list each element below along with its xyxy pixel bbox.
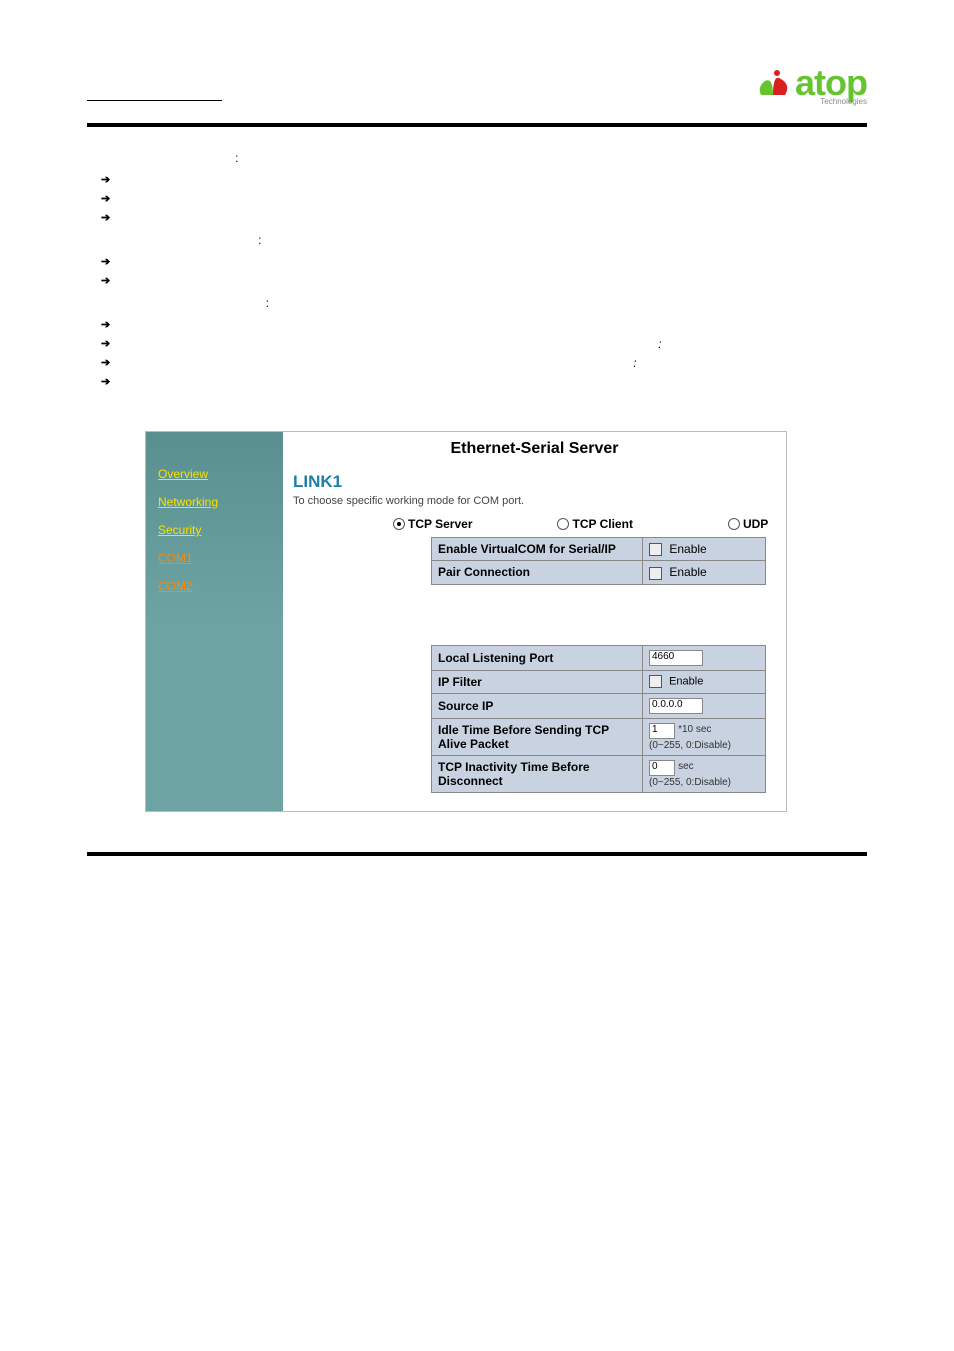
cell-label: Pair Connection bbox=[432, 561, 643, 584]
range-label: (0~255, 0:Disable) bbox=[649, 777, 731, 788]
document-body: If the device is in this mode : ➔bullet … bbox=[87, 149, 867, 391]
section-title: LINK1 bbox=[293, 472, 776, 492]
cell-label: Idle Time Before Sending TCP Alive Packe… bbox=[432, 718, 643, 755]
table-row: Pair Connection Enable bbox=[432, 561, 766, 584]
cell-label: TCP Inactivity Time Before Disconnect bbox=[432, 755, 643, 792]
table-row: Source IP 0.0.0.0 bbox=[432, 693, 766, 718]
arrow-icon: ➔ bbox=[101, 209, 110, 227]
cell-value: Enable bbox=[643, 670, 766, 693]
unit-label: sec bbox=[678, 761, 694, 772]
bottom-divider bbox=[87, 852, 867, 856]
logo-subtitle: Technologies bbox=[820, 97, 867, 106]
arrow-icon: ➔ bbox=[101, 316, 110, 334]
checkbox-label: Enable bbox=[669, 542, 706, 556]
main-content: Ethernet-Serial Server LINK1 To choose s… bbox=[283, 432, 786, 811]
list-item: ➔bullet point text bbox=[101, 272, 867, 290]
cell-label: Source IP bbox=[432, 693, 643, 718]
list-item: ➔bullet point text bbox=[101, 209, 867, 227]
page-title: Ethernet-Serial Server bbox=[293, 440, 776, 458]
arrow-icon: ➔ bbox=[101, 190, 110, 208]
config-table-1: Enable VirtualCOM for Serial/IP Enable P… bbox=[431, 537, 766, 585]
sidebar-item-security[interactable]: Security bbox=[158, 523, 283, 537]
table-row: IP Filter Enable bbox=[432, 670, 766, 693]
unit-label: *10 sec bbox=[678, 724, 711, 735]
list-item: ➔bullet point text bbox=[101, 373, 867, 391]
list-item: ➔bullet point text here: bbox=[101, 335, 867, 353]
top-divider bbox=[87, 123, 867, 127]
radio-label: UDP bbox=[743, 517, 768, 531]
idle-time-input[interactable]: 1 bbox=[649, 723, 675, 739]
sidebar-item-overview[interactable]: Overview bbox=[158, 467, 283, 481]
radio-icon bbox=[728, 518, 740, 530]
checkbox-label: Enable bbox=[669, 565, 706, 579]
bullet-list-3: ➔bullet point text ➔bullet point text he… bbox=[101, 316, 867, 391]
logo: atop Technologies bbox=[753, 62, 867, 104]
cell-label: IP Filter bbox=[432, 670, 643, 693]
sidebar-item-com2[interactable]: COM2 bbox=[158, 579, 283, 593]
arrow-icon: ➔ bbox=[101, 354, 110, 372]
cell-value: 0 sec (0~255, 0:Disable) bbox=[643, 755, 766, 792]
radio-icon bbox=[393, 518, 405, 530]
list-item: ➔bullet point text bbox=[101, 316, 867, 334]
pair-connection-checkbox[interactable] bbox=[649, 567, 662, 580]
paragraph: UDP : bbox=[87, 294, 867, 312]
bullet-list-1: ➔bullet point text ➔bullet point text ➔b… bbox=[101, 171, 867, 227]
mode-radio-row: TCP Server TCP Client UDP bbox=[393, 517, 776, 531]
arrow-icon: ➔ bbox=[101, 373, 110, 391]
sidebar-item-com1[interactable]: COM1 bbox=[158, 551, 283, 565]
radio-tcp-server[interactable]: TCP Server bbox=[393, 517, 472, 531]
embedded-screenshot: Overview Networking Security COM1 COM2 E… bbox=[145, 431, 785, 812]
enable-virtualcom-checkbox[interactable] bbox=[649, 543, 662, 556]
cell-value: 0.0.0.0 bbox=[643, 693, 766, 718]
list-item: ➔bullet point text more: bbox=[101, 354, 867, 372]
list-item: ➔bullet point text bbox=[101, 190, 867, 208]
sidebar: Overview Networking Security COM1 COM2 bbox=[146, 432, 283, 811]
source-ip-input[interactable]: 0.0.0.0 bbox=[649, 698, 703, 714]
cell-value: 1 *10 sec (0~255, 0:Disable) bbox=[643, 718, 766, 755]
radio-label: TCP Client bbox=[572, 517, 632, 531]
cell-label: Enable VirtualCOM for Serial/IP bbox=[432, 538, 643, 561]
ip-filter-checkbox[interactable] bbox=[649, 675, 662, 688]
range-label: (0~255, 0:Disable) bbox=[649, 740, 731, 751]
paragraph: If the device is in this mode : bbox=[87, 149, 867, 167]
config-table-2: Local Listening Port 4660 IP Filter Enab… bbox=[431, 645, 766, 793]
table-row: Idle Time Before Sending TCP Alive Packe… bbox=[432, 718, 766, 755]
table-row: TCP Inactivity Time Before Disconnect 0 … bbox=[432, 755, 766, 792]
cell-label: Local Listening Port bbox=[432, 645, 643, 670]
radio-udp[interactable]: UDP bbox=[728, 517, 768, 531]
cell-value: 4660 bbox=[643, 645, 766, 670]
header-underline bbox=[87, 100, 222, 101]
arrow-icon: ➔ bbox=[101, 272, 110, 290]
list-item: ➔bullet point text bbox=[101, 253, 867, 271]
section-subtitle: To choose specific working mode for COM … bbox=[293, 495, 776, 507]
local-port-input[interactable]: 4660 bbox=[649, 650, 703, 666]
tcp-inactivity-input[interactable]: 0 bbox=[649, 760, 675, 776]
sidebar-item-networking[interactable]: Networking bbox=[158, 495, 283, 509]
cell-value: Enable bbox=[643, 561, 766, 584]
paragraph: TCP Client : bbox=[87, 231, 867, 249]
bullet-list-2: ➔bullet point text ➔bullet point text bbox=[101, 253, 867, 290]
radio-icon bbox=[557, 518, 569, 530]
arrow-icon: ➔ bbox=[101, 253, 110, 271]
table-row: Enable VirtualCOM for Serial/IP Enable bbox=[432, 538, 766, 561]
arrow-icon: ➔ bbox=[101, 335, 110, 353]
cell-value: Enable bbox=[643, 538, 766, 561]
radio-tcp-client[interactable]: TCP Client bbox=[557, 517, 632, 531]
arrow-icon: ➔ bbox=[101, 171, 110, 189]
table-row: Local Listening Port 4660 bbox=[432, 645, 766, 670]
logo-mark-icon bbox=[753, 63, 793, 103]
radio-label: TCP Server bbox=[408, 517, 472, 531]
list-item: ➔bullet point text bbox=[101, 171, 867, 189]
checkbox-label: Enable bbox=[669, 676, 703, 688]
